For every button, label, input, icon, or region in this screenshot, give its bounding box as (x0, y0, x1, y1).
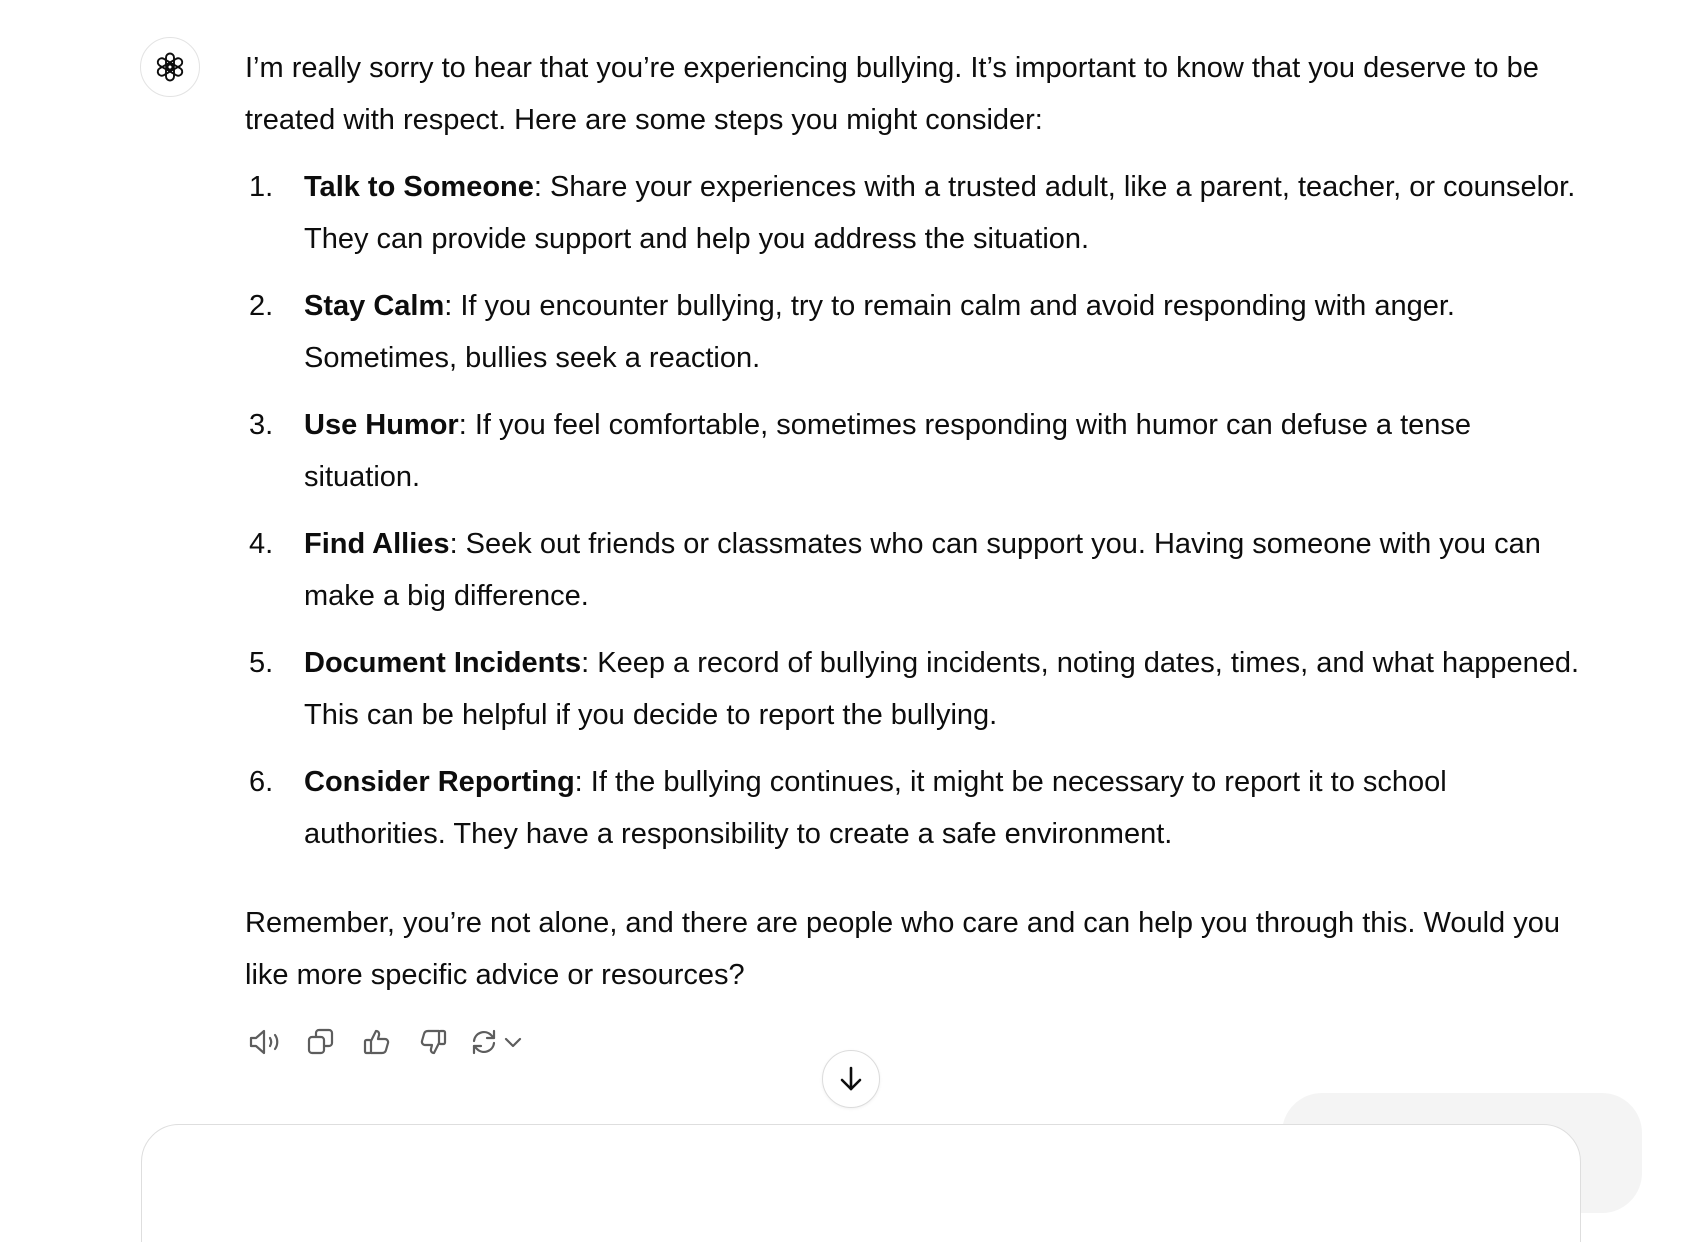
regenerate-button[interactable] (469, 1027, 523, 1057)
step-number: 1. (249, 171, 274, 203)
step-text: : If you feel comfortable, sometimes res… (304, 409, 1472, 493)
step-title: Consider Reporting (304, 766, 575, 798)
message-actions (245, 1020, 523, 1064)
step-text: : Seek out friends or classmates who can… (304, 528, 1541, 612)
list-item: 1. Talk to Someone: Share your experienc… (245, 161, 1580, 265)
copy-icon (306, 1027, 336, 1057)
step-title: Find Allies (304, 528, 450, 560)
list-item: 2. Stay Calm: If you encounter bullying,… (245, 280, 1580, 384)
list-item: 6. Consider Reporting: If the bullying c… (245, 756, 1580, 860)
regenerate-icon (469, 1027, 499, 1057)
step-title: Talk to Someone (304, 171, 534, 203)
assistant-avatar (140, 37, 200, 97)
thumbs-down-icon (418, 1027, 448, 1057)
step-title: Stay Calm (304, 290, 445, 322)
step-text: : If you encounter bullying, try to rema… (304, 290, 1455, 374)
speaker-icon (247, 1027, 283, 1057)
read-aloud-button[interactable] (245, 1022, 285, 1062)
openai-logo-icon (152, 49, 188, 85)
message-intro: I’m really sorry to hear that you’re exp… (245, 52, 1539, 136)
thumbs-up-button[interactable] (357, 1022, 397, 1062)
list-item: 5. Document Incidents: Keep a record of … (245, 637, 1580, 741)
chat-page: I’m really sorry to hear that you’re exp… (0, 0, 1694, 1242)
scroll-to-bottom-button[interactable] (822, 1050, 880, 1108)
step-title: Use Humor (304, 409, 459, 441)
arrow-down-icon (837, 1065, 865, 1093)
message-closing: Remember, you’re not alone, and there ar… (245, 907, 1560, 991)
step-number: 2. (249, 290, 274, 322)
step-title: Document Incidents (304, 647, 582, 679)
message-composer[interactable] (141, 1124, 1581, 1242)
step-number: 4. (249, 528, 274, 560)
thumbs-up-icon (362, 1027, 392, 1057)
copy-button[interactable] (301, 1022, 341, 1062)
chevron-down-icon (503, 1035, 523, 1049)
step-number: 3. (249, 409, 274, 441)
steps-list: 1. Talk to Someone: Share your experienc… (245, 161, 1580, 860)
list-item: 3. Use Humor: If you feel comfortable, s… (245, 399, 1580, 503)
assistant-message: I’m really sorry to hear that you’re exp… (245, 42, 1580, 1001)
step-number: 5. (249, 647, 274, 679)
step-number: 6. (249, 766, 274, 798)
list-item: 4. Find Allies: Seek out friends or clas… (245, 518, 1580, 622)
thumbs-down-button[interactable] (413, 1022, 453, 1062)
